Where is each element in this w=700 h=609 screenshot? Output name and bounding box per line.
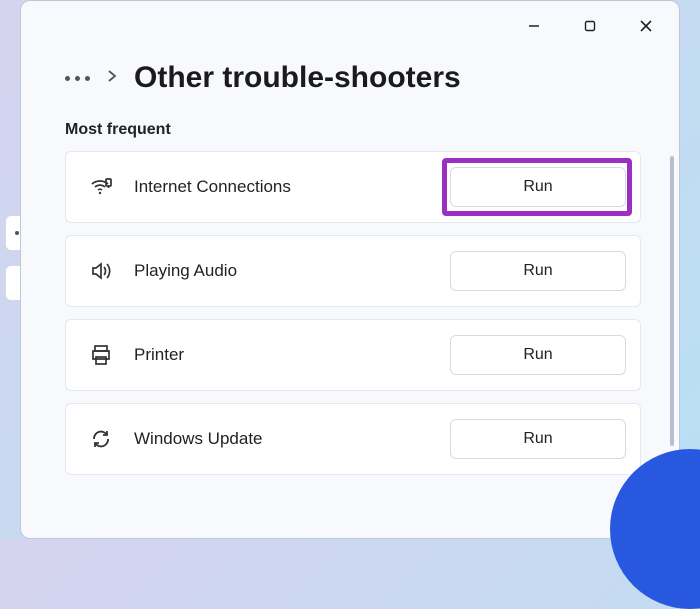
- page-title: Other trouble-shooters: [134, 61, 461, 95]
- run-button[interactable]: Run: [450, 167, 626, 207]
- troubleshooter-item-label: Printer: [116, 345, 450, 365]
- maximize-button[interactable]: [567, 10, 613, 42]
- troubleshooter-item-label: Internet Connections: [116, 177, 450, 197]
- speaker-icon: [86, 259, 116, 283]
- troubleshooter-item-internet-connections: Internet Connections Run: [65, 151, 641, 223]
- refresh-icon: [86, 427, 116, 451]
- section-most-frequent-label: Most frequent: [21, 121, 679, 151]
- troubleshooter-item-printer: Printer Run: [65, 319, 641, 391]
- wifi-icon: [86, 175, 116, 199]
- breadcrumb-header: Other trouble-shooters: [21, 51, 679, 121]
- close-button[interactable]: [623, 10, 669, 42]
- printer-icon: [86, 343, 116, 367]
- run-button[interactable]: Run: [450, 251, 626, 291]
- more-icon[interactable]: [65, 76, 90, 81]
- chevron-right-icon: [106, 69, 118, 88]
- run-button[interactable]: Run: [450, 419, 626, 459]
- titlebar: [21, 1, 679, 51]
- troubleshooter-item-playing-audio: Playing Audio Run: [65, 235, 641, 307]
- troubleshooter-list: Internet Connections Run Playing Audio R…: [21, 151, 679, 475]
- scrollbar[interactable]: [670, 156, 674, 446]
- run-button[interactable]: Run: [450, 335, 626, 375]
- troubleshooter-item-label: Windows Update: [116, 429, 450, 449]
- settings-window: Other trouble-shooters Most frequent Int…: [20, 0, 680, 539]
- minimize-button[interactable]: [511, 10, 557, 42]
- troubleshooter-item-windows-update: Windows Update Run: [65, 403, 641, 475]
- troubleshooter-item-label: Playing Audio: [116, 261, 450, 281]
